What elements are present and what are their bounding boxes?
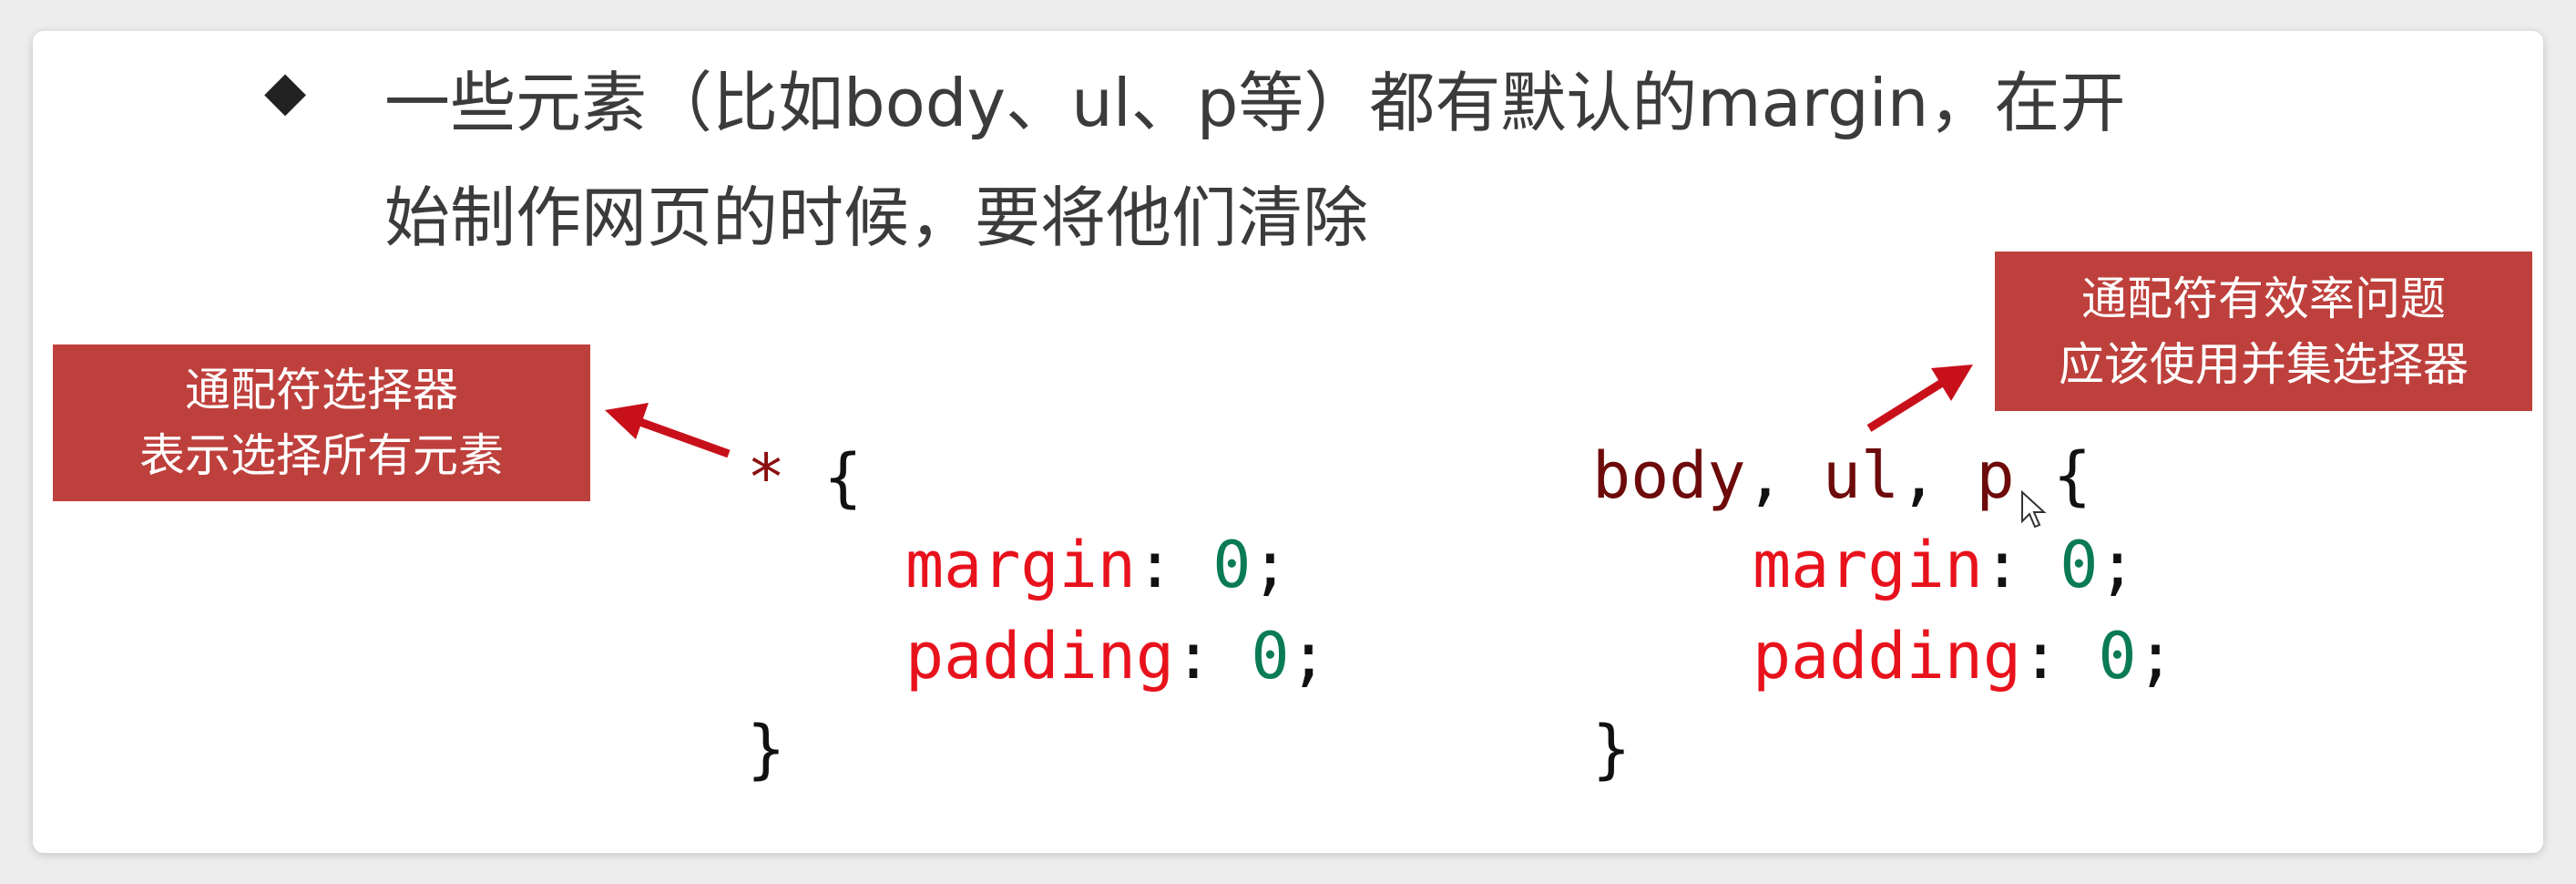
separator: ,	[1745, 438, 1784, 513]
arrow-left-icon	[605, 403, 731, 458]
separator: ,	[1899, 438, 1938, 513]
selector-ul: ul	[1822, 438, 1900, 513]
code-left-rule-padding: padding: 0;	[905, 611, 1328, 702]
universal-selector: *	[747, 440, 786, 515]
code-right-rule-margin: margin: 0;	[1753, 519, 2137, 611]
property-name: padding	[905, 619, 1175, 694]
colon: :	[1174, 619, 1213, 694]
code-left-line-1: * {	[747, 432, 862, 523]
code-right-close: }	[1592, 704, 1630, 795]
mouse-pointer-icon	[2021, 490, 2047, 529]
semicolon: ;	[2098, 528, 2137, 602]
property-name: padding	[1753, 619, 2022, 694]
semicolon: ;	[1251, 528, 1290, 602]
property-name: margin	[905, 528, 1136, 602]
property-value: 0	[2098, 619, 2137, 694]
selector-body: body	[1592, 438, 1746, 513]
property-value: 0	[2060, 528, 2099, 602]
property-value: 0	[1212, 528, 1252, 602]
close-brace: }	[747, 712, 786, 786]
code-left-rule-margin: margin: 0;	[905, 519, 1290, 611]
colon: :	[1982, 528, 2022, 602]
colon: :	[1135, 528, 1175, 602]
property-value: 0	[1251, 619, 1290, 694]
close-brace: }	[1592, 712, 1631, 786]
code-right-line-1: body, ul, p {	[1592, 430, 2091, 521]
open-brace: {	[2052, 438, 2091, 513]
selector-p: p	[1976, 438, 2015, 513]
arrow-up-right-icon	[1866, 365, 1973, 432]
code-left-close: }	[747, 704, 785, 795]
open-brace: {	[823, 440, 863, 515]
colon: :	[2021, 619, 2060, 694]
semicolon: ;	[2136, 619, 2175, 694]
callout-arrows	[605, 365, 1973, 458]
property-name: margin	[1753, 528, 1983, 602]
code-right-rule-padding: padding: 0;	[1753, 611, 2175, 702]
semicolon: ;	[1289, 619, 1328, 694]
